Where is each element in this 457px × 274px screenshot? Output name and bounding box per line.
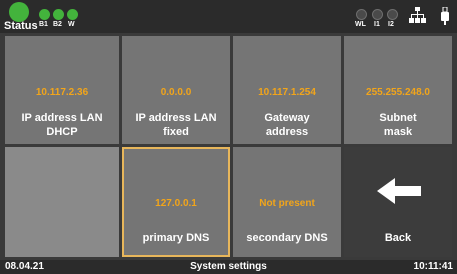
- back-label: Back: [384, 232, 412, 244]
- subnet-mask-label-2: mask: [383, 126, 413, 138]
- indicator-i2: [387, 9, 398, 20]
- gateway-label-1: Gateway: [264, 112, 310, 124]
- indicator-wl-label: WL: [355, 21, 366, 28]
- ip-lan-dhcp-value: 10.117.2.36: [35, 87, 89, 98]
- indicator-i1: [372, 9, 383, 20]
- tile-empty: [5, 147, 119, 257]
- subnet-mask-label-1: Subnet: [379, 112, 417, 124]
- ip-lan-fixed-label-1: IP address LAN: [135, 112, 217, 124]
- ip-lan-fixed-value: 0.0.0.0: [160, 87, 192, 98]
- ip-lan-dhcp-label-1: IP address LAN: [21, 112, 103, 124]
- indicator-w-label: W: [68, 21, 75, 28]
- tile-subnet-mask[interactable]: 255.255.248.0 Subnet mask: [344, 36, 452, 144]
- indicator-i1-label: I1: [374, 21, 380, 28]
- indicator-b2-label: B2: [53, 21, 62, 28]
- network-icon: [409, 7, 426, 23]
- indicator-b2: [53, 9, 64, 20]
- indicator-b1-label: B1: [39, 21, 48, 28]
- primary-dns-value: 127.0.0.1: [155, 198, 197, 209]
- indicator-i2-label: I2: [388, 21, 394, 28]
- status-label: Status: [4, 20, 38, 32]
- tile-gateway-address[interactable]: 10.117.1.254 Gateway address: [233, 36, 341, 144]
- tile-secondary-dns[interactable]: Not present secondary DNS: [233, 147, 341, 257]
- back-button[interactable]: Back: [344, 147, 452, 257]
- ip-lan-fixed-label-2: fixed: [163, 126, 189, 138]
- secondary-dns-label: secondary DNS: [246, 232, 328, 244]
- screen-title: System settings: [190, 261, 267, 272]
- status-bar: Status B1 B2 W WL I1 I2: [0, 0, 457, 33]
- tile-ip-lan-dhcp[interactable]: 10.117.2.36 IP address LAN DHCP: [5, 36, 119, 144]
- indicator-w: [67, 9, 78, 20]
- footer-bar: System settings 08.04.21 10:11:41: [0, 260, 457, 274]
- usb-icon: [441, 7, 449, 25]
- tile-ip-lan-fixed[interactable]: 0.0.0.0 IP address LAN fixed: [122, 36, 230, 144]
- gateway-value: 10.117.1.254: [258, 87, 316, 98]
- secondary-dns-value: Not present: [259, 198, 315, 209]
- footer-date: 08.04.21: [5, 261, 44, 272]
- status-indicator: [9, 2, 29, 22]
- indicator-wl: [356, 9, 367, 20]
- tile-primary-dns[interactable]: 127.0.0.1 primary DNS: [122, 147, 230, 257]
- gateway-label-2: address: [265, 126, 309, 138]
- arrow-left-icon: [377, 178, 421, 204]
- indicator-b1: [39, 9, 50, 20]
- primary-dns-label: primary DNS: [142, 232, 210, 244]
- subnet-mask-value: 255.255.248.0: [366, 87, 430, 98]
- ip-lan-dhcp-label-2: DHCP: [46, 126, 78, 138]
- footer-time: 10:11:41: [413, 261, 453, 272]
